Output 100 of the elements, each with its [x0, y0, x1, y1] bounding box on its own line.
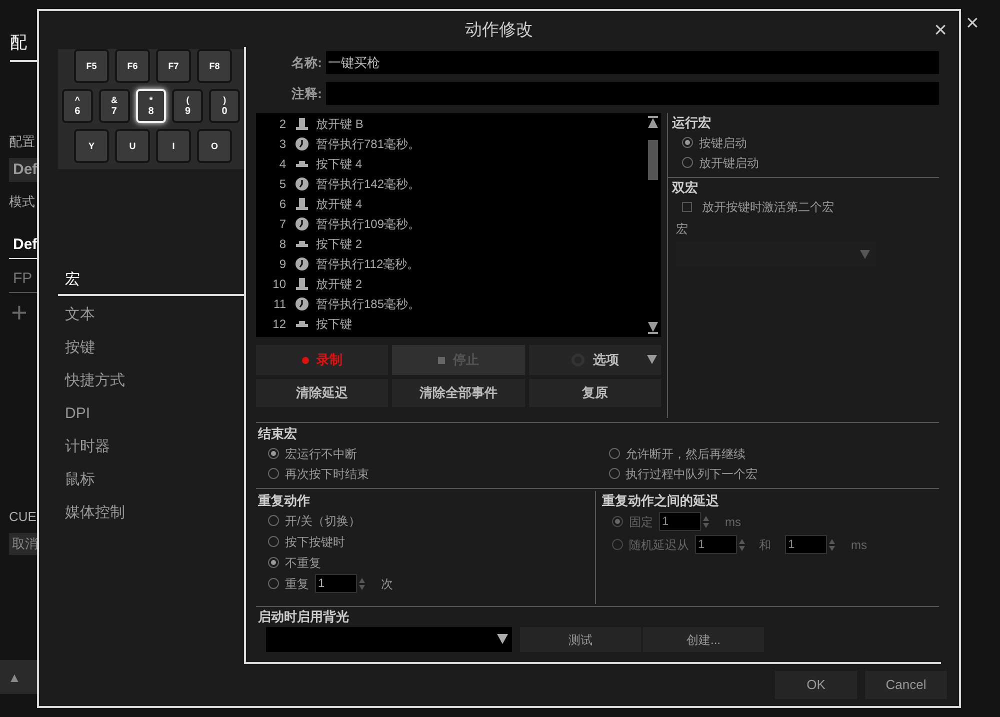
key-up-icon	[295, 277, 309, 291]
cancel-button[interactable]: 取消	[9, 532, 37, 554]
keyboard-key[interactable]: F6	[115, 49, 150, 83]
field-label: 注释:	[290, 84, 323, 103]
caret-icon	[497, 634, 508, 644]
field-label: 宏	[675, 221, 689, 238]
caret-icon	[646, 355, 657, 364]
record-icon	[302, 356, 309, 364]
spinner-arrows-icon[interactable]	[359, 576, 365, 590]
action-button[interactable]: 创建...	[643, 627, 764, 652]
option-label: 再次按下时结束	[285, 466, 369, 482]
option-label: 允许断开，然后再继续	[626, 446, 746, 462]
edit-button[interactable]: 清除全部事件	[392, 379, 525, 407]
category-item[interactable]: 媒体控制	[58, 496, 244, 529]
line-number: 11	[272, 296, 286, 313]
joiner-label: 和	[759, 536, 771, 554]
radio-button[interactable]	[268, 448, 279, 459]
radio-button[interactable]	[682, 137, 693, 148]
number-field[interactable]: 1	[315, 574, 357, 593]
key-down-icon	[295, 161, 309, 167]
line-number: 5	[278, 176, 286, 193]
category-item[interactable]: DPI	[58, 397, 244, 430]
event-item[interactable]: 暂停执行142毫秒。	[316, 175, 420, 193]
spinner-arrows-icon[interactable]	[739, 538, 745, 552]
profile-field[interactable]: Def	[9, 158, 37, 182]
option-label: 随机延迟从	[629, 536, 689, 554]
keyboard-key[interactable]: Y	[74, 129, 109, 163]
stop-icon	[438, 356, 445, 364]
keyboard-key[interactable]: O	[197, 129, 232, 163]
key-up-icon	[295, 117, 309, 131]
keyboard-key[interactable]: ( 9	[172, 89, 204, 123]
category-item[interactable]: 宏	[58, 263, 244, 296]
spinner-arrows-icon[interactable]	[703, 514, 709, 528]
category-item[interactable]: 计时器	[58, 430, 244, 463]
event-item[interactable]: 按下键 2	[316, 235, 362, 253]
keyboard-key[interactable]: * 8	[136, 89, 166, 123]
dialog-button[interactable]: Cancel	[865, 671, 947, 699]
close-button[interactable]: ×	[966, 6, 979, 39]
radio-button[interactable]	[268, 578, 279, 589]
section-title: 结束宏	[258, 425, 298, 443]
keyboard-key[interactable]: F5	[74, 49, 109, 83]
keyboard-key[interactable]: F8	[197, 49, 232, 83]
event-item[interactable]: 暂停执行112毫秒。	[316, 255, 420, 273]
spinner-arrows-icon[interactable]	[829, 538, 835, 552]
unit-label: ms	[851, 536, 867, 554]
keyboard-key[interactable]: F7	[156, 49, 191, 83]
radio-button[interactable]	[608, 448, 620, 459]
event-item[interactable]: 按下键 4	[316, 155, 362, 173]
keyboard-key[interactable]: & 7	[98, 89, 130, 123]
options-button[interactable]: 选项	[528, 345, 661, 375]
clock-icon	[295, 297, 309, 311]
close-button[interactable]: ×	[934, 19, 947, 41]
name-field[interactable]: 一键买枪	[326, 51, 939, 74]
checkbox-label: 放开按键时激活第二个宏	[702, 199, 834, 216]
radio-button[interactable]	[268, 557, 279, 568]
category-item[interactable]: 按键	[58, 331, 244, 364]
section-title: 双宏	[672, 178, 699, 196]
option-label: 重复	[285, 576, 309, 592]
event-item[interactable]: 暂停执行109毫秒。	[316, 215, 420, 233]
keyboard-key[interactable]: ^ 6	[62, 89, 93, 123]
keyboard-key[interactable]: U	[115, 129, 150, 163]
option-label: 固定	[629, 514, 653, 530]
clock-icon	[295, 257, 309, 271]
radio-button[interactable]	[268, 515, 279, 526]
dialog-button[interactable]: OK	[775, 671, 857, 699]
line-number: 6	[278, 196, 286, 213]
scroll-top-button[interactable]	[648, 116, 658, 128]
line-number: 10	[272, 276, 286, 293]
comment-field[interactable]	[326, 82, 939, 105]
keyboard-key[interactable]: I	[156, 129, 191, 163]
event-item[interactable]: 暂停执行781毫秒。	[316, 135, 420, 153]
event-item[interactable]: 放开键 B	[316, 115, 364, 133]
scroll-up-button[interactable]: ▲	[0, 660, 40, 694]
scrollbar-thumb[interactable]	[648, 140, 658, 180]
category-item[interactable]: 鼠标	[58, 463, 244, 496]
option-label: 按键启动	[699, 134, 747, 152]
radio-button[interactable]	[268, 536, 279, 547]
checkbox[interactable]	[682, 202, 692, 212]
edit-button[interactable]: 清除延迟	[256, 379, 388, 407]
event-item[interactable]: 暂停执行185毫秒。	[316, 295, 420, 313]
dialog-title: 动作修改	[465, 19, 533, 42]
event-item[interactable]: 放开键 2	[316, 275, 362, 293]
keyboard-key[interactable]: ) 0	[209, 89, 240, 123]
category-item[interactable]: 文本	[58, 298, 244, 331]
radio-button[interactable]	[608, 468, 620, 479]
edit-button[interactable]: 复原	[528, 379, 661, 407]
event-item[interactable]: 按下键	[316, 315, 352, 333]
label: CUE	[9, 508, 37, 526]
line-number: 2	[278, 116, 286, 133]
category-item[interactable]: 快捷方式	[58, 364, 244, 397]
radio-button[interactable]	[682, 157, 693, 168]
scroll-bottom-button[interactable]	[648, 322, 658, 334]
key-down-icon	[295, 321, 309, 327]
event-item[interactable]: 放开键 4	[316, 195, 362, 213]
action-button[interactable]: 测试	[520, 627, 641, 652]
radio-button[interactable]	[268, 468, 279, 479]
clock-icon	[295, 137, 309, 151]
label: 模式	[9, 192, 36, 210]
option-label: 放开键启动	[699, 154, 759, 172]
unit-label: ms	[725, 514, 741, 530]
